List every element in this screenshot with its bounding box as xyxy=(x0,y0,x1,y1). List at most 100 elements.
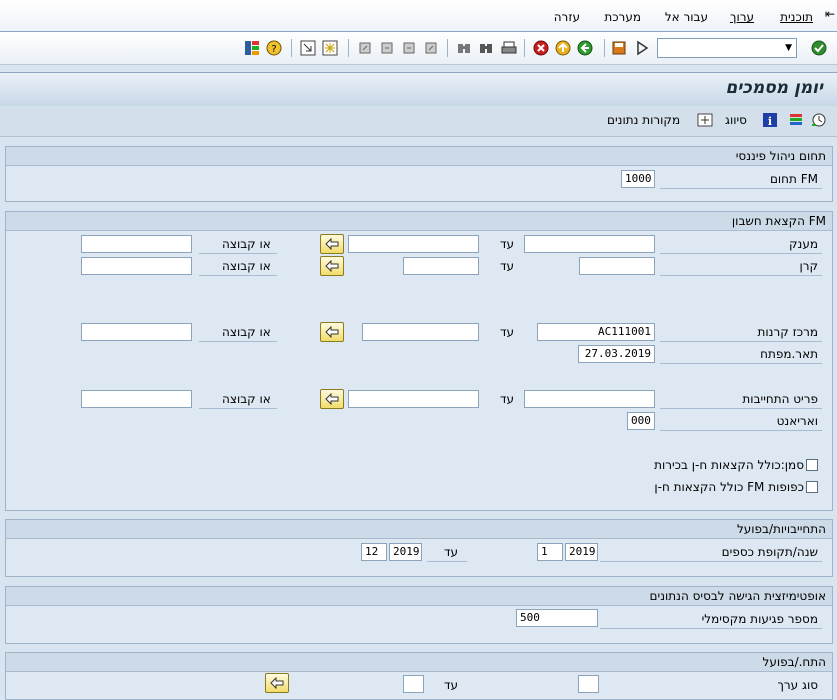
page-title: יומן מסמכים xyxy=(725,78,823,98)
data-sources-icon[interactable] xyxy=(697,112,713,128)
section-header: אופטימיזצית הגישה לבסיס הנתונים xyxy=(6,587,832,606)
grant-to-field[interactable] xyxy=(348,235,479,253)
commitment-item-to-field[interactable] xyxy=(348,390,479,408)
section-header-text: הקצאת חשבון FM xyxy=(731,214,826,228)
print-icon[interactable] xyxy=(501,40,517,56)
checkbox-duplicate[interactable] xyxy=(806,481,818,493)
commitment-item-to-label: עד xyxy=(500,392,515,406)
max-hits-field[interactable]: 500 xyxy=(516,609,598,627)
next-page-icon[interactable] xyxy=(401,40,417,56)
fm-area-label: תחום FM xyxy=(769,172,818,186)
first-page-icon[interactable] xyxy=(357,40,373,56)
value-type-label: סוג ערך xyxy=(777,678,818,692)
section-fm-account: הקצאת חשבון FM מענק עד או קבוצה קרן עד א… xyxy=(5,211,833,511)
funds-center-multiple-selection-button[interactable] xyxy=(320,322,344,342)
arrow-left-icon xyxy=(325,326,339,338)
find-next-icon[interactable] xyxy=(478,40,494,56)
back-icon[interactable] xyxy=(577,40,593,56)
svg-text:?: ? xyxy=(271,44,276,55)
fm-area-field[interactable]: 1000 xyxy=(621,170,655,188)
section-header: התח./בפועל xyxy=(6,653,832,672)
menu-edit[interactable]: ערוך xyxy=(730,10,754,24)
data-sources-label[interactable]: מקורות נתונים xyxy=(607,113,680,127)
section-header-text: אופטימיזצית הגישה לבסיס הנתונים xyxy=(649,589,826,603)
section-header-text: התחייבויות/בפועל xyxy=(736,522,826,536)
selection-options-icon[interactable] xyxy=(788,112,804,128)
checkbox-selection[interactable] xyxy=(806,459,818,471)
find-icon[interactable] xyxy=(456,40,472,56)
period-from-field[interactable]: 1 xyxy=(537,543,563,561)
arrow-left-icon xyxy=(325,393,339,405)
funds-center-label: מרכז קרנות xyxy=(757,325,819,339)
value-type-from-field[interactable] xyxy=(578,675,599,693)
play-icon[interactable] xyxy=(634,40,650,56)
commitment-item-group-label: או קבוצה xyxy=(222,392,271,406)
fiscal-to-label: עד xyxy=(444,545,459,559)
fund-label: קרן xyxy=(799,259,818,273)
fund-from-field[interactable] xyxy=(579,257,655,275)
grant-group-label: או קבוצה xyxy=(222,237,271,251)
commitment-item-from-field[interactable] xyxy=(524,390,655,408)
grant-multiple-selection-button[interactable] xyxy=(320,234,344,254)
commitment-item-multiple-selection-button[interactable] xyxy=(320,389,344,409)
key-date-label: תאר.מפתח xyxy=(760,347,818,361)
exit-icon[interactable] xyxy=(555,40,571,56)
funds-center-group-field[interactable] xyxy=(81,323,192,341)
save-icon[interactable] xyxy=(611,40,627,56)
key-date-field[interactable]: 27.03.2019 xyxy=(578,345,655,363)
application-toolbar: i סיווג מקורות נתונים xyxy=(0,106,837,137)
menu-goto[interactable]: עבור אל xyxy=(665,10,708,24)
fiscal-year-to-field[interactable]: 2019 xyxy=(389,543,422,561)
sort-label[interactable]: סיווג xyxy=(725,113,747,127)
enter-icon[interactable] xyxy=(811,40,827,56)
menu-bar: ⇤ תוכנית ערוך עבור אל מערכת עזרה xyxy=(0,0,837,32)
menu-program[interactable]: תוכנית xyxy=(780,10,813,24)
section-fm-area: תחום ניהול פיננסי תחום FM 1000 xyxy=(5,146,833,202)
section-header: תחום ניהול פיננסי xyxy=(6,147,832,166)
grant-label: מענק xyxy=(789,237,818,251)
menu-help[interactable]: עזרה xyxy=(554,10,580,24)
section-db-optimization: אופטימיזצית הגישה לבסיס הנתונים מספר פגי… xyxy=(5,586,833,644)
last-page-icon[interactable] xyxy=(423,40,439,56)
value-type-multiple-selection-button[interactable] xyxy=(265,673,289,693)
grant-from-field[interactable] xyxy=(524,235,655,253)
exit-menu-icon[interactable]: ⇤ xyxy=(825,7,835,21)
funds-center-to-field[interactable] xyxy=(362,323,479,341)
funds-center-group-label: או קבוצה xyxy=(222,325,271,339)
arrow-left-icon xyxy=(325,238,339,250)
commitment-item-group-field[interactable] xyxy=(81,390,192,408)
help-icon[interactable]: ? xyxy=(266,40,282,56)
section-header: התחייבויות/בפועל xyxy=(6,520,832,539)
command-field[interactable]: ▼ xyxy=(657,38,797,58)
fiscal-year-from-field[interactable]: 2019 xyxy=(565,543,598,561)
fund-to-label: עד xyxy=(500,259,515,273)
execute-icon[interactable] xyxy=(811,112,827,128)
create-session-icon[interactable] xyxy=(322,40,338,56)
fund-multiple-selection-button[interactable] xyxy=(320,256,344,276)
shortcut-icon[interactable] xyxy=(300,40,316,56)
chevron-down-icon[interactable]: ▼ xyxy=(785,43,792,53)
section-header-text: התח./בפועל xyxy=(762,655,826,669)
cancel-icon[interactable] xyxy=(533,40,549,56)
variant-field[interactable]: 000 xyxy=(627,412,655,430)
arrow-left-icon xyxy=(325,260,339,272)
grant-to-label: עד xyxy=(500,237,515,251)
fund-group-field[interactable] xyxy=(81,257,192,275)
section-header: הקצאת חשבון FM xyxy=(6,212,832,231)
fund-to-field[interactable] xyxy=(403,257,479,275)
section-commitments: התחייבויות/בפועל שנה/תקופת כספים 2019 1 … xyxy=(5,519,833,577)
grant-group-field[interactable] xyxy=(81,235,192,253)
funds-center-from-field[interactable]: AC111001 xyxy=(537,323,655,341)
info-icon[interactable]: i xyxy=(762,112,778,128)
period-to-field[interactable]: 12 xyxy=(361,543,387,561)
menu-system[interactable]: מערכת xyxy=(604,10,641,24)
checkbox-selection-label: סמן:כולל הקצאות ח-ן בכירות xyxy=(654,458,804,472)
funds-center-to-label: עד xyxy=(500,325,515,339)
layout-menu-icon[interactable] xyxy=(244,40,260,56)
fiscal-period-label: שנה/תקופת כספים xyxy=(721,545,818,559)
value-type-to-field[interactable] xyxy=(403,675,424,693)
previous-page-icon[interactable] xyxy=(379,40,395,56)
variant-label: ואריאנט xyxy=(776,414,818,428)
fund-group-label: או קבוצה xyxy=(222,259,271,273)
max-hits-label: מספר פגיעות מקסימלי xyxy=(701,612,818,626)
